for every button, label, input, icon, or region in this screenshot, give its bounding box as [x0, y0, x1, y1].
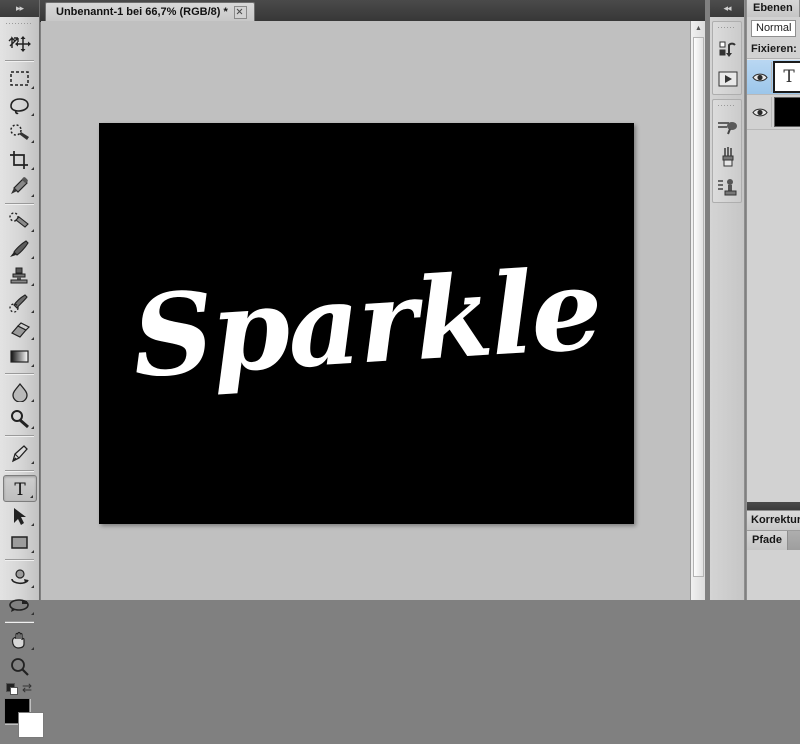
rotate-3d-tool[interactable]: [3, 564, 37, 591]
lock-row: Fixieren:: [747, 40, 800, 58]
toolbar-separator: [5, 621, 34, 623]
tab-paths[interactable]: Pfade: [747, 531, 788, 550]
document-canvas[interactable]: Sparkle: [99, 123, 634, 524]
toolbar-drag-handle[interactable]: [6, 19, 33, 29]
scrollbar-thumb[interactable]: [693, 37, 704, 577]
toolbar-separator: [5, 60, 34, 62]
canvas-work-area[interactable]: Sparkle: [41, 21, 705, 600]
crop-tool[interactable]: [3, 146, 37, 173]
document-tab-bar: Unbenannt-1 bei 66,7% (RGB/8) *: [40, 0, 705, 22]
dock-group-drag-handle[interactable]: [718, 25, 736, 31]
swap-colors-icon[interactable]: ⇄: [22, 682, 35, 695]
tab-adjustments[interactable]: Korrekturen: [747, 510, 800, 531]
lock-label: Fixieren:: [751, 43, 797, 55]
tool-list: T: [0, 30, 39, 680]
background-color-swatch[interactable]: [18, 712, 44, 738]
paths-panel-body: [747, 550, 800, 600]
pen-tool[interactable]: [3, 440, 37, 467]
path-selection-tool[interactable]: [3, 502, 37, 529]
tools-panel: ▸▸ T ⇄: [0, 0, 44, 738]
toolbar-separator: [5, 435, 34, 437]
document-tab[interactable]: Unbenannt-1 bei 66,7% (RGB/8) *: [45, 2, 255, 21]
tool-presets-panel-icon[interactable]: [713, 172, 742, 202]
layer-row[interactable]: [747, 95, 800, 130]
dodge-tool[interactable]: [3, 405, 37, 432]
layers-panel-body: Normal Fixieren: T: [747, 17, 800, 130]
toolbar-separator: [5, 203, 34, 205]
hand-tool[interactable]: [3, 626, 37, 653]
gradient-tool[interactable]: [3, 343, 37, 370]
scroll-up-arrow-icon[interactable]: ▲: [691, 21, 706, 36]
canvas-text-layer: Sparkle: [128, 243, 605, 404]
layer-thumbnail[interactable]: T: [773, 61, 800, 93]
bottom-panel-stack: Korrekturen Pfade: [747, 502, 800, 600]
dock-collapse-button[interactable]: ◂◂: [710, 0, 744, 17]
marquee-tool[interactable]: [3, 65, 37, 92]
document-tab-title: Unbenannt-1 bei 66,7% (RGB/8) *: [56, 6, 228, 18]
panel-gap: [747, 502, 800, 510]
orbit-3d-camera-tool[interactable]: [3, 591, 37, 618]
zoom-tool[interactable]: [3, 653, 37, 680]
blend-mode-select[interactable]: Normal: [751, 20, 796, 37]
toolbar-separator: [5, 373, 34, 375]
photoshop-window: ▸▸ T ⇄ Unbenannt-1 bei 66,7% (RGB/8) * S…: [0, 0, 800, 738]
right-panel-column: Ebenen Normal Fixieren: T Korrekturen Pf…: [746, 0, 800, 600]
canvas-vertical-scrollbar[interactable]: ▲: [690, 21, 705, 600]
dock-group-history: [712, 21, 742, 95]
layers-panel-tabstrip: Ebenen: [747, 0, 800, 17]
toolbar-separator: [5, 559, 34, 561]
brush-tool[interactable]: [3, 235, 37, 262]
color-swatches: ⇄: [0, 682, 44, 744]
eye-icon[interactable]: [749, 62, 772, 92]
blur-tool[interactable]: [3, 378, 37, 405]
panel-dock-rail: ◂◂: [710, 0, 745, 600]
history-brush-tool[interactable]: [3, 289, 37, 316]
brush-presets-panel-icon[interactable]: [713, 142, 742, 172]
layer-thumbnail[interactable]: [774, 97, 800, 127]
layer-list: T: [747, 60, 800, 130]
history-panel-icon[interactable]: [713, 34, 742, 64]
close-icon[interactable]: [233, 5, 247, 19]
layer-row[interactable]: T: [747, 60, 800, 95]
brush-panel-icon[interactable]: [713, 112, 742, 142]
healing-brush-tool[interactable]: [3, 208, 37, 235]
eraser-tool[interactable]: [3, 316, 37, 343]
toolbar-separator: [5, 470, 34, 472]
paths-panel-tabstrip: Pfade: [747, 531, 800, 550]
eye-icon[interactable]: [749, 97, 772, 127]
move-tool[interactable]: [3, 30, 37, 57]
dock-group-brushes: [712, 99, 742, 203]
toolbar-expand-button[interactable]: ▸▸: [0, 0, 39, 17]
clone-stamp-tool[interactable]: [3, 262, 37, 289]
blend-mode-row: Normal: [747, 17, 800, 40]
eyedropper-tool[interactable]: [3, 173, 37, 200]
tab-paths-neighbour[interactable]: [787, 531, 800, 550]
actions-panel-icon[interactable]: [713, 64, 742, 94]
dock-group-drag-handle-2[interactable]: [718, 103, 736, 109]
default-colors-icon[interactable]: [6, 683, 18, 695]
lasso-tool[interactable]: [3, 92, 37, 119]
shape-tool[interactable]: [3, 529, 37, 556]
quick-selection-tool[interactable]: [3, 119, 37, 146]
svg-text:T: T: [14, 480, 26, 499]
type-tool[interactable]: T: [2, 475, 37, 502]
tab-layers[interactable]: Ebenen: [747, 0, 800, 17]
